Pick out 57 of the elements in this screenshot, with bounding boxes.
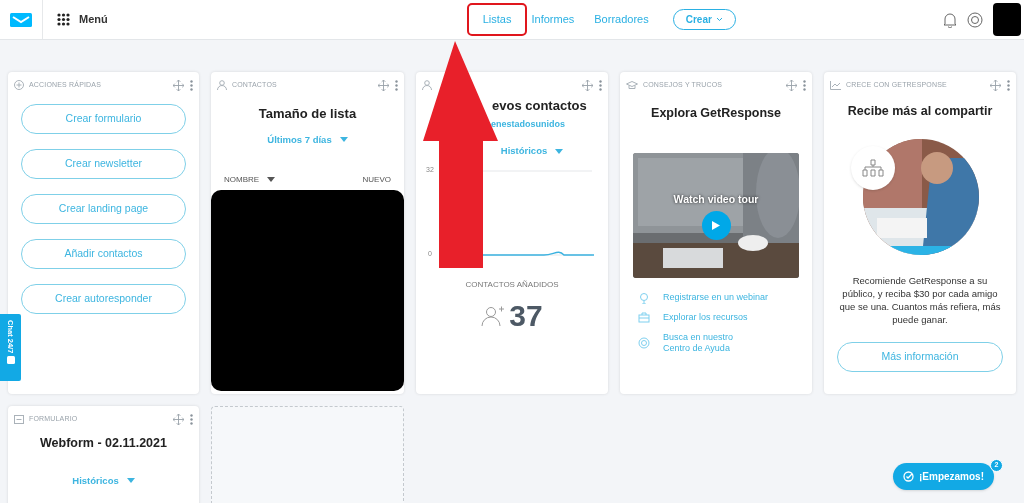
move-icon[interactable] bbox=[786, 79, 797, 91]
envelope-logo-icon[interactable] bbox=[10, 12, 32, 27]
lifebuoy-icon bbox=[638, 336, 650, 349]
referral-text: Recomiende GetResponse a su público, y reciba $30 por cada amigo que se una. Cuantos más refiera, más puede ganar. bbox=[838, 273, 1002, 326]
check-circle-icon bbox=[903, 471, 914, 482]
tip-link[interactable]: Busca en nuestro Centro de Ayuda bbox=[663, 331, 734, 354]
period-dropdown[interactable]: Últimos 7 días bbox=[267, 132, 348, 147]
lifebuoy-icon[interactable] bbox=[967, 11, 983, 28]
card-title: evos contactos bbox=[491, 97, 588, 115]
graduation-cap-icon bbox=[626, 80, 638, 90]
pin-icon bbox=[638, 291, 650, 304]
stat-value: 37 bbox=[509, 298, 543, 334]
move-icon[interactable] bbox=[990, 79, 1001, 91]
form-icon bbox=[14, 414, 24, 424]
more-icon[interactable] bbox=[190, 79, 193, 91]
add-person-icon bbox=[481, 304, 506, 327]
move-icon[interactable] bbox=[378, 79, 389, 91]
briefcase-icon bbox=[638, 311, 650, 324]
caret-icon bbox=[126, 478, 135, 484]
apps-grid-icon[interactable] bbox=[57, 13, 70, 26]
list-name: enestadosunidos bbox=[490, 117, 566, 131]
move-icon[interactable] bbox=[173, 413, 184, 425]
menu-link[interactable]: Menú bbox=[79, 11, 108, 28]
column-header[interactable]: NOMBRE bbox=[224, 173, 276, 186]
card-title: Tamaño de lista bbox=[257, 105, 358, 123]
start-button[interactable]: ¡Empezamos! bbox=[893, 463, 994, 490]
chart-icon bbox=[830, 80, 841, 90]
more-icon[interactable] bbox=[395, 79, 398, 91]
person-icon bbox=[217, 80, 227, 90]
plus-circle-icon bbox=[14, 80, 24, 90]
caret-icon bbox=[555, 148, 564, 154]
caret-icon bbox=[339, 137, 348, 143]
tip-link[interactable]: Explorar los recursos bbox=[663, 312, 748, 324]
chat-bubble-icon bbox=[6, 356, 15, 365]
bell-icon[interactable] bbox=[943, 11, 957, 28]
card-title: Explora GetResponse bbox=[650, 105, 782, 122]
move-icon[interactable] bbox=[582, 79, 593, 91]
video-caption: Watch video tour bbox=[673, 192, 759, 208]
redaction bbox=[993, 3, 1021, 36]
play-icon bbox=[712, 221, 720, 231]
hierarchy-icon bbox=[862, 158, 884, 177]
card-title: Recibe más al compartir bbox=[846, 103, 994, 120]
period-dropdown[interactable]: Históricos bbox=[500, 144, 564, 159]
move-icon[interactable] bbox=[173, 79, 184, 91]
period-dropdown[interactable]: Históricos bbox=[72, 473, 135, 488]
more-icon[interactable] bbox=[1007, 79, 1010, 91]
column-header: NUEVO bbox=[362, 173, 391, 186]
stat-label: CONTACTOS AÑADIDOS bbox=[464, 279, 560, 291]
more-icon[interactable] bbox=[599, 79, 602, 91]
chevron-icon bbox=[715, 17, 723, 22]
tip-link[interactable]: Registrarse en un webinar bbox=[663, 292, 769, 304]
card-title: Webform - 02.11.2021 bbox=[39, 435, 168, 452]
nav-link[interactable]: Listas bbox=[466, 3, 528, 36]
more-icon[interactable] bbox=[190, 413, 193, 425]
caret-icon bbox=[267, 177, 276, 182]
person-icon bbox=[422, 80, 432, 90]
more-icon[interactable] bbox=[803, 79, 806, 91]
